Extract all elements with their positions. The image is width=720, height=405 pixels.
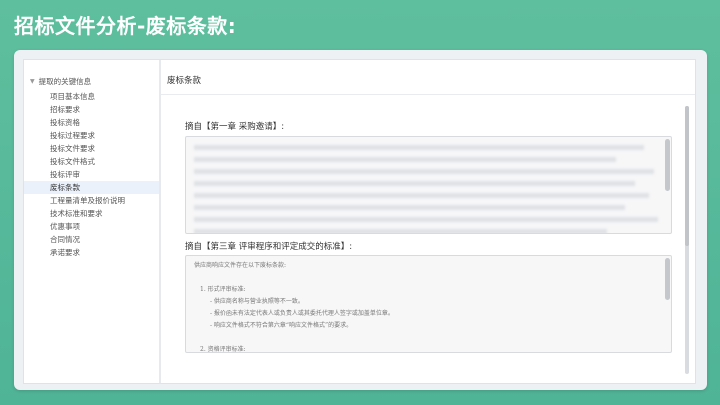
sidebar-item[interactable]: 投标评审 [24, 168, 159, 181]
criteria-heading-2: 2. 资格评审标准: [200, 346, 246, 353]
tree-list: 项目基本信息 招标要求 投标资格 投标过程要求 投标文件要求 投标文件格式 投标评审 废标条款… [24, 90, 159, 259]
criteria-item: - 响应文件格式不符合第六章“响应文件格式”的要求。 [210, 322, 353, 329]
criteria-item: - 报价函未有法定代表人或负责人或其委托代理人签字或加盖单位章。 [210, 310, 394, 317]
main-scrollbar-thumb[interactable] [685, 106, 689, 246]
title-divider [161, 94, 695, 95]
textbox-scrollbar[interactable] [665, 258, 670, 300]
sidebar-item[interactable]: 优惠事项 [24, 220, 159, 233]
sidebar-item[interactable]: 工程量清单及报价说明 [24, 194, 159, 207]
section-label-procurement-invitation: 摘自【第一章 采购邀请】: [185, 122, 285, 132]
criteria-item: - 供应商名称与营业执照等不一致。 [210, 298, 304, 305]
main-scrollbar[interactable] [685, 106, 689, 374]
sidebar-item[interactable]: 投标文件要求 [24, 142, 159, 155]
criteria-heading-1: 1. 形式评审标准: [200, 286, 246, 293]
sidebar-item[interactable]: 承诺要求 [24, 246, 159, 259]
evaluation-intro: 供应商响应文件存在以下废标条款: [194, 262, 287, 269]
page-title: 废标条款 [167, 76, 202, 86]
sidebar-item[interactable]: 投标资格 [24, 116, 159, 129]
text-area-procurement-invitation[interactable] [185, 136, 672, 234]
sidebar-item[interactable]: 合同情况 [24, 233, 159, 246]
text-area-evaluation[interactable]: 供应商响应文件存在以下废标条款: 1. 形式评审标准: - 供应商名称与营业执照… [185, 255, 672, 353]
main-panel: 废标条款 摘自【第一章 采购邀请】: 摘自【第三章 评审程序和评定成交的标准】: [161, 60, 695, 383]
sidebar-item[interactable]: 投标过程要求 [24, 129, 159, 142]
slide-title: 招标文件分析-废标条款: [14, 14, 237, 38]
tree-root[interactable]: ▼ 提取的关键信息 [30, 76, 91, 87]
tree-root-label: 提取的关键信息 [38, 77, 92, 86]
sidebar-item[interactable]: 招标要求 [24, 103, 159, 116]
sidebar-item[interactable]: 投标文件格式 [24, 155, 159, 168]
textbox-scrollbar[interactable] [665, 139, 670, 191]
content-card: ▼ 提取的关键信息 项目基本信息 招标要求 投标资格 投标过程要求 投标文件要求 投标文件… [14, 50, 707, 390]
app-window: ▼ 提取的关键信息 项目基本信息 招标要求 投标资格 投标过程要求 投标文件要求 投标文件… [23, 59, 696, 384]
sidebar-item[interactable]: 项目基本信息 [24, 90, 159, 103]
evaluation-text: 供应商响应文件存在以下废标条款: 1. 形式评审标准: - 供应商名称与营业执照… [186, 256, 671, 353]
sidebar-tree: ▼ 提取的关键信息 项目基本信息 招标要求 投标资格 投标过程要求 投标文件要求 投标文件… [24, 60, 161, 383]
blurred-text [186, 137, 671, 233]
caret-down-icon[interactable]: ▼ [30, 78, 35, 85]
sidebar-item[interactable]: 废标条款 [24, 181, 159, 194]
section-label-evaluation: 摘自【第三章 评审程序和评定成交的标准】: [185, 242, 353, 252]
sidebar-item[interactable]: 技术标准和要求 [24, 207, 159, 220]
